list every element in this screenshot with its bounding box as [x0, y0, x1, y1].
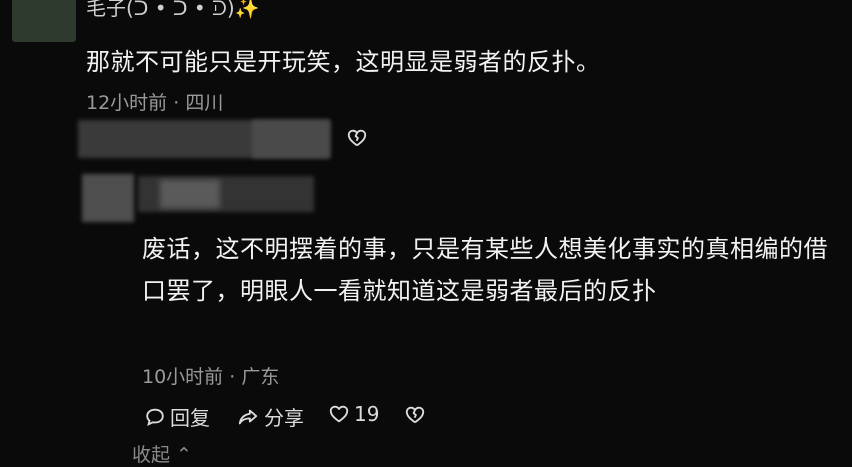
share-arrow-icon	[238, 409, 258, 424]
broken-heart-icon	[347, 129, 367, 147]
meta-separator: ·	[167, 92, 186, 114]
share-label: 分享	[264, 406, 304, 430]
like-count: 19	[354, 402, 380, 426]
reply-time: 10小时前	[142, 366, 224, 388]
share-button[interactable]: 分享	[236, 402, 304, 431]
reply-avatar[interactable]	[82, 174, 134, 222]
chevron-up-icon: ⌃	[170, 444, 192, 466]
collapse-button[interactable]: 收起 ⌃	[132, 440, 192, 467]
collapse-label: 收起	[132, 444, 171, 466]
avatar[interactable]	[12, 0, 76, 42]
reply-button[interactable]: 回复	[144, 402, 210, 431]
speech-bubble-icon	[146, 408, 164, 426]
reply-label: 回复	[170, 406, 210, 430]
meta-separator: ·	[223, 366, 242, 388]
broken-heart-icon	[405, 406, 425, 424]
reply-location: 广东	[241, 366, 280, 388]
comment-username[interactable]: 毛子(ᑒ • ᑐ • ᑓ)✨	[86, 0, 260, 21]
comment-location: 四川	[185, 92, 224, 114]
redacted-area	[252, 120, 330, 158]
redacted-username	[160, 180, 220, 208]
comment-text: 那就不可能只是开玩笑，这明显是弱者的反扑。	[86, 48, 601, 76]
dislike-button[interactable]	[346, 127, 368, 149]
comment-meta: 12小时前 · 四川	[86, 88, 223, 115]
reply-text: 废话，这不明摆着的事，只是有某些人想美化事实的真相编的借口罢了，明眼人一看就知道…	[142, 235, 828, 305]
dislike-button[interactable]	[404, 404, 426, 426]
reply-meta: 10小时前 · 广东	[142, 362, 279, 389]
heart-icon	[329, 405, 349, 423]
comment-time: 12小时前	[86, 92, 168, 114]
like-button[interactable]: 19	[328, 402, 379, 426]
